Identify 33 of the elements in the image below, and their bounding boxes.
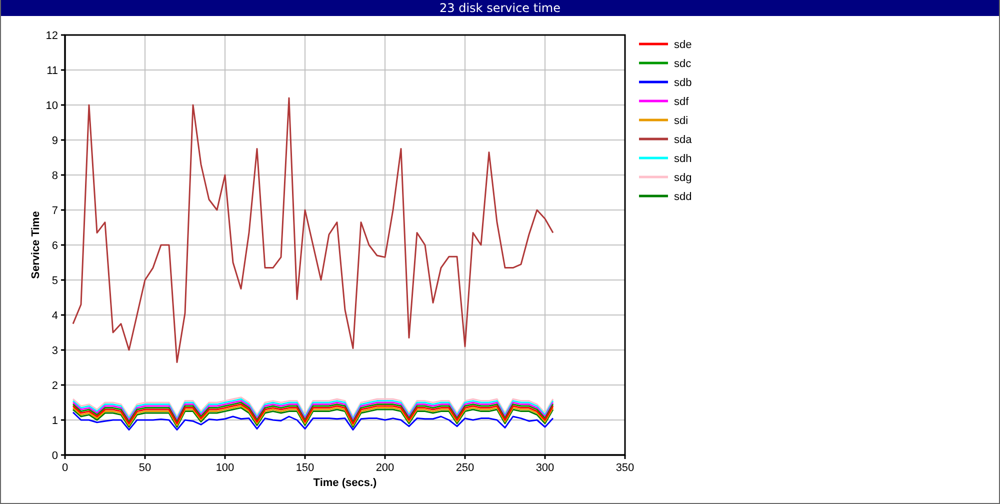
chart-title: 23 disk service time (1, 0, 999, 16)
tick-label: 12 (46, 30, 58, 42)
legend-label: sdi (674, 115, 688, 127)
tick-label: 100 (216, 462, 234, 474)
tick-label: 11 (46, 65, 58, 77)
tick-label: 2 (52, 380, 58, 392)
legend-label: sda (674, 134, 692, 146)
legend-label: sdf (674, 96, 689, 108)
tick-label: 9 (52, 135, 58, 147)
legend-label: sde (674, 39, 692, 51)
legend-label: sdh (674, 153, 692, 165)
tick-label: 4 (52, 310, 58, 322)
tick-label: 3 (52, 345, 58, 357)
tick-label: 350 (616, 462, 634, 474)
tick-label: 300 (536, 462, 554, 474)
tick-label: 5 (52, 275, 58, 287)
tick-label: 6 (52, 240, 58, 252)
tick-label: 10 (46, 100, 58, 112)
tick-label: 7 (52, 205, 58, 217)
axis-title: Service Time (30, 211, 42, 279)
legend-label: sdb (674, 77, 692, 89)
tick-label: 8 (52, 170, 58, 182)
tick-label: 200 (376, 462, 394, 474)
tick-label: 250 (456, 462, 474, 474)
tick-label: 1 (52, 415, 58, 427)
legend-label: sdc (674, 58, 692, 70)
legend-label: sdd (674, 191, 692, 203)
tick-label: 50 (138, 462, 152, 474)
tick-label: 0 (52, 450, 58, 462)
tick-label: 0 (62, 462, 68, 474)
tick-label: 150 (296, 462, 314, 474)
axis-title: Time (secs.) (313, 477, 377, 489)
legend-label: sdg (674, 172, 692, 184)
